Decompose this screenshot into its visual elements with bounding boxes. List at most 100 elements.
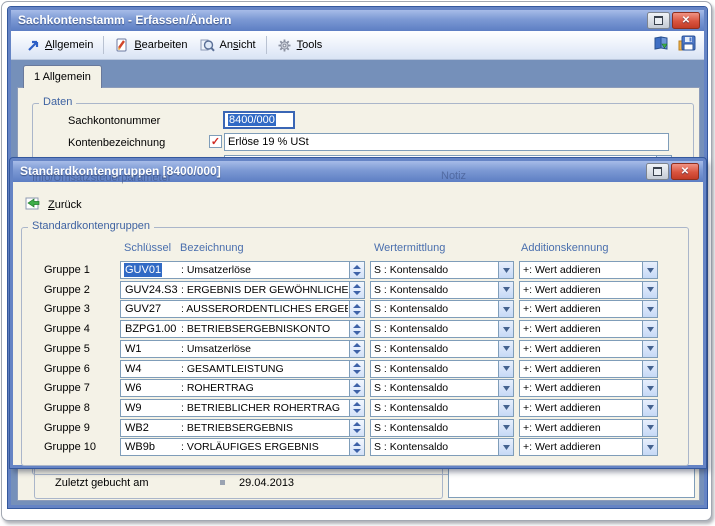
bezeichnung-value[interactable]: : ERGEBNIS DER GEWÖHNLICHEN GES: [181, 283, 348, 297]
dropdown-arrow-icon[interactable]: [498, 420, 513, 436]
spinner-button[interactable]: [349, 361, 364, 377]
schluessel-value[interactable]: WB2: [124, 421, 150, 435]
schluessel-bezeichnung-field[interactable]: W6 : ROHERTRAG: [120, 379, 365, 397]
close-button[interactable]: ✕: [672, 12, 700, 29]
spinner-button[interactable]: [349, 341, 364, 357]
zurueck-button[interactable]: Zurück: [21, 193, 86, 216]
schluessel-bezeichnung-field[interactable]: WB2 : BETRIEBSERGEBNIS: [120, 419, 365, 437]
dropdown-arrow-icon[interactable]: [498, 341, 513, 357]
schluessel-value[interactable]: WB9b: [124, 440, 156, 454]
dropdown-arrow-icon[interactable]: [498, 301, 513, 317]
reference-book-icon[interactable]: [653, 35, 670, 55]
spinner-button[interactable]: [349, 439, 364, 455]
schluessel-value[interactable]: W1: [124, 342, 143, 356]
schluessel-value[interactable]: GUV27: [124, 302, 162, 316]
restore-button[interactable]: [647, 12, 670, 29]
bezeichnung-value[interactable]: : Umsatzerlöse: [181, 263, 348, 277]
dropdown-arrow-icon[interactable]: [498, 282, 513, 298]
wertermittlung-select[interactable]: S : Kontensaldo: [370, 320, 514, 338]
spinner-button[interactable]: [349, 321, 364, 337]
wertermittlung-select[interactable]: S : Kontensaldo: [370, 340, 514, 358]
schluessel-bezeichnung-field[interactable]: W4 : GESAMTLEISTUNG: [120, 360, 365, 378]
dialog-titlebar: Standardkontengruppen [8400/000] ✕: [13, 161, 703, 182]
mandatory-check-icon[interactable]: ✓: [209, 135, 222, 148]
dropdown-arrow-icon[interactable]: [642, 439, 657, 455]
additionskennung-select[interactable]: +: Wert addieren: [519, 320, 658, 338]
schluessel-value[interactable]: W9: [124, 401, 143, 415]
additionskennung-select[interactable]: +: Wert addieren: [519, 360, 658, 378]
bezeichnung-value[interactable]: : BETRIEBSERGEBNISKONTO: [181, 322, 348, 336]
schluessel-bezeichnung-field[interactable]: WB9b : VORLÄUFIGES ERGEBNIS: [120, 438, 365, 456]
bezeichnung-value[interactable]: : BETRIEBLICHER ROHERTRAG: [181, 401, 348, 415]
menu-item-tools[interactable]: Tools: [271, 34, 329, 56]
dropdown-arrow-icon[interactable]: [642, 361, 657, 377]
bezeichnung-value[interactable]: : ROHERTRAG: [181, 381, 348, 395]
schluessel-value[interactable]: GUV24.S3: [124, 283, 179, 297]
bezeichnung-value[interactable]: : AUSSERORDENTLICHES ERGEBNIS: [181, 302, 348, 316]
tab-allgemein[interactable]: 1 Allgemein: [23, 65, 102, 88]
spinner-button[interactable]: [349, 301, 364, 317]
additionskennung-select[interactable]: +: Wert addieren: [519, 399, 658, 417]
dropdown-arrow-icon[interactable]: [642, 400, 657, 416]
spinner-button[interactable]: [349, 282, 364, 298]
wertermittlung-select[interactable]: S : Kontensaldo: [370, 438, 514, 456]
bezeichnung-value[interactable]: : VORLÄUFIGES ERGEBNIS: [181, 440, 348, 454]
schluessel-value[interactable]: GUV01: [124, 263, 162, 277]
dropdown-arrow-icon[interactable]: [498, 380, 513, 396]
bezeichnung-value[interactable]: : BETRIEBSERGEBNIS: [181, 421, 348, 435]
spinner-button[interactable]: [349, 420, 364, 436]
dropdown-arrow-icon[interactable]: [642, 282, 657, 298]
additionskennung-select[interactable]: +: Wert addieren: [519, 379, 658, 397]
kontenbezeichnung-input[interactable]: Erlöse 19 % USt: [224, 133, 669, 151]
dropdown-arrow-icon[interactable]: [498, 321, 513, 337]
schluessel-value[interactable]: W6: [124, 381, 143, 395]
schluessel-bezeichnung-field[interactable]: W1 : Umsatzerlöse: [120, 340, 365, 358]
wertermittlung-select[interactable]: S : Kontensaldo: [370, 399, 514, 417]
schluessel-bezeichnung-field[interactable]: BZPG1.00 : BETRIEBSERGEBNISKONTO: [120, 320, 365, 338]
bezeichnung-value[interactable]: : GESAMTLEISTUNG: [181, 362, 348, 376]
dropdown-arrow-icon[interactable]: [498, 400, 513, 416]
spinner-button[interactable]: [349, 262, 364, 278]
dialog-close-button[interactable]: ✕: [671, 163, 699, 180]
wertermittlung-select[interactable]: S : Kontensaldo: [370, 261, 514, 279]
additionskennung-value: +: Wert addieren: [523, 382, 601, 394]
menu-item-allgemein[interactable]: Allgemein: [19, 34, 99, 56]
menu-item-ansicht[interactable]: Ansicht: [194, 34, 262, 56]
dropdown-arrow-icon[interactable]: [642, 420, 657, 436]
additionskennung-value: +: Wert addieren: [523, 422, 601, 434]
dropdown-arrow-icon[interactable]: [498, 439, 513, 455]
bezeichnung-value[interactable]: : Umsatzerlöse: [181, 342, 348, 356]
wertermittlung-select[interactable]: S : Kontensaldo: [370, 281, 514, 299]
standardkontengruppen-group-label: Standardkontengruppen: [28, 220, 154, 232]
wertermittlung-select[interactable]: S : Kontensaldo: [370, 379, 514, 397]
spinner-button[interactable]: [349, 380, 364, 396]
additionskennung-select[interactable]: +: Wert addieren: [519, 438, 658, 456]
schluessel-bezeichnung-field[interactable]: W9 : BETRIEBLICHER ROHERTRAG: [120, 399, 365, 417]
wertermittlung-select[interactable]: S : Kontensaldo: [370, 360, 514, 378]
schluessel-value[interactable]: BZPG1.00: [124, 322, 177, 336]
additionskennung-select[interactable]: +: Wert addieren: [519, 300, 658, 318]
additionskennung-select[interactable]: +: Wert addieren: [519, 419, 658, 437]
schluessel-bezeichnung-field[interactable]: GUV27 : AUSSERORDENTLICHES ERGEBNIS: [120, 300, 365, 318]
dropdown-arrow-icon[interactable]: [642, 301, 657, 317]
dropdown-arrow-icon[interactable]: [498, 361, 513, 377]
dropdown-arrow-icon[interactable]: [642, 262, 657, 278]
dropdown-arrow-icon[interactable]: [642, 341, 657, 357]
additionskennung-select[interactable]: +: Wert addieren: [519, 340, 658, 358]
additionskennung-select[interactable]: +: Wert addieren: [519, 281, 658, 299]
dropdown-arrow-icon[interactable]: [642, 380, 657, 396]
dialog-restore-button[interactable]: [646, 163, 669, 180]
wertermittlung-value: S : Kontensaldo: [374, 343, 448, 355]
schluessel-bezeichnung-field[interactable]: GUV24.S3 : ERGEBNIS DER GEWÖHNLICHEN GES: [120, 281, 365, 299]
additionskennung-select[interactable]: +: Wert addieren: [519, 261, 658, 279]
save-icon[interactable]: [678, 35, 696, 55]
menu-item-bearbeiten[interactable]: Bearbeiten: [108, 34, 193, 56]
sachkontonummer-input[interactable]: 8400/000: [223, 111, 295, 129]
wertermittlung-select[interactable]: S : Kontensaldo: [370, 300, 514, 318]
dropdown-arrow-icon[interactable]: [498, 262, 513, 278]
schluessel-value[interactable]: W4: [124, 362, 143, 376]
wertermittlung-select[interactable]: S : Kontensaldo: [370, 419, 514, 437]
schluessel-bezeichnung-field[interactable]: GUV01 : Umsatzerlöse: [120, 261, 365, 279]
spinner-button[interactable]: [349, 400, 364, 416]
dropdown-arrow-icon[interactable]: [642, 321, 657, 337]
